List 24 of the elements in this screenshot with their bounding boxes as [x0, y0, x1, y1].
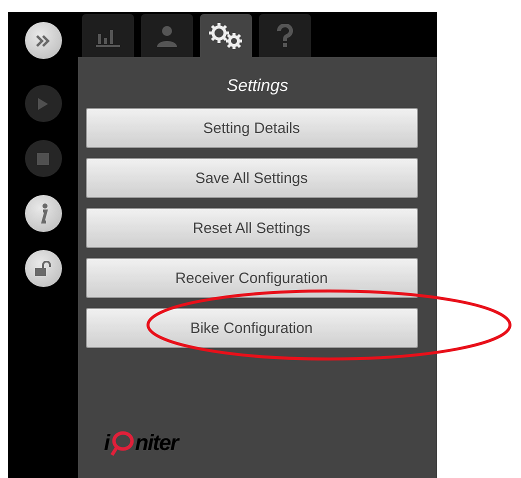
chart-tab[interactable]	[82, 14, 134, 57]
lock-button[interactable]	[24, 250, 62, 287]
menu-button[interactable]: Receiver Configuration	[86, 258, 418, 298]
menu-button[interactable]: Save All Settings	[86, 158, 418, 198]
logo-text: i	[104, 430, 110, 456]
help-tab[interactable]	[259, 14, 311, 57]
person-tab[interactable]	[141, 14, 193, 57]
play-icon	[37, 96, 49, 110]
menu-button[interactable]: Bike Configuration	[86, 308, 418, 348]
question-mark-icon	[277, 24, 293, 48]
settings-tab[interactable]	[200, 14, 252, 57]
person-icon	[155, 24, 179, 46]
menu-button[interactable]: Setting Details	[86, 108, 418, 148]
gears-icon	[207, 22, 245, 50]
info-button[interactable]	[24, 195, 62, 232]
panel-title: Settings	[226, 76, 288, 96]
expand-button[interactable]	[24, 22, 62, 59]
logo-text: niter	[135, 430, 178, 456]
stop-icon	[37, 152, 49, 164]
double-chevron-icon	[35, 34, 51, 46]
info-icon	[38, 202, 48, 224]
unlocked-padlock-icon	[34, 260, 52, 276]
ring-icon	[110, 430, 134, 456]
menu-button[interactable]: Reset All Settings	[86, 208, 418, 248]
